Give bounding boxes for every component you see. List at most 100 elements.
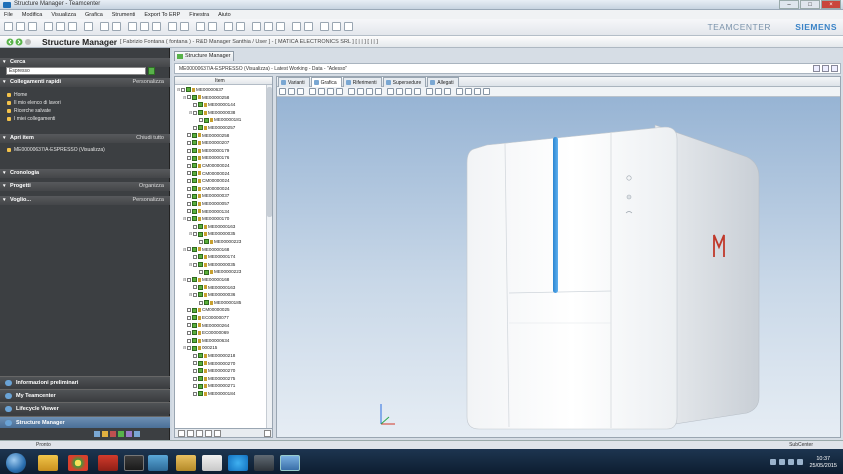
row-checkbox[interactable]	[193, 376, 197, 381]
expand-icon[interactable]	[168, 22, 177, 31]
tree-row[interactable]: ⊟ ME00000168	[183, 276, 229, 284]
checkin-icon[interactable]	[152, 22, 161, 31]
row-checkbox[interactable]	[187, 133, 191, 138]
menu-aiuto[interactable]: Aiuto	[218, 12, 231, 18]
tree-row[interactable]: ME00000264	[183, 322, 229, 330]
minimize-pane-icon[interactable]	[831, 65, 838, 72]
row-checkbox[interactable]	[187, 346, 191, 351]
row-checkbox[interactable]	[187, 315, 191, 320]
menu-modifica[interactable]: Modifica	[22, 12, 42, 18]
row-checkbox[interactable]	[187, 156, 191, 161]
find-icon[interactable]	[187, 430, 194, 437]
notepad-icon[interactable]	[202, 455, 222, 471]
find-icon[interactable]	[196, 22, 205, 31]
minimize-icon[interactable]: –	[779, 0, 799, 9]
tree-scrollbar[interactable]	[266, 85, 272, 433]
new-icon[interactable]	[4, 22, 13, 31]
row-checkbox[interactable]	[187, 148, 191, 153]
tab-supersedure[interactable]: Supersedure	[382, 77, 427, 87]
markup-icon[interactable]	[474, 88, 481, 95]
row-checkbox[interactable]	[193, 353, 197, 358]
tree-row[interactable]: ⊟ ME00000036	[189, 291, 235, 299]
select-icon[interactable]	[279, 88, 286, 95]
volume-icon[interactable]	[797, 459, 803, 465]
row-checkbox[interactable]	[193, 391, 197, 396]
tree-row[interactable]: ME00000634	[183, 337, 229, 345]
hidden-line-icon[interactable]	[444, 88, 451, 95]
row-checkbox[interactable]	[187, 330, 191, 335]
settings-icon[interactable]	[205, 430, 212, 437]
clock[interactable]: 10:37 25/05/2015	[809, 456, 837, 470]
row-checkbox[interactable]	[193, 292, 197, 297]
grid-icon[interactable]	[344, 22, 353, 31]
row-checkbox[interactable]	[181, 87, 185, 92]
zoom-in-icon[interactable]	[357, 88, 364, 95]
tree-row[interactable]: ME00000144	[189, 101, 235, 109]
tree-row[interactable]: ⊟ ME00000258	[183, 94, 229, 102]
folder-icon[interactable]	[176, 455, 196, 471]
menu-file[interactable]: File	[4, 12, 13, 18]
row-checkbox[interactable]	[187, 186, 191, 191]
i-want-header[interactable]: Voglio... Personalizza	[0, 196, 170, 205]
row-checkbox[interactable]	[193, 232, 197, 237]
row-checkbox[interactable]	[187, 277, 191, 282]
rotate-y-icon[interactable]	[405, 88, 412, 95]
menu-grafica[interactable]: Grafica	[85, 12, 103, 18]
maximize-pane-icon[interactable]	[822, 65, 829, 72]
projects-organize-link[interactable]: Organizza	[139, 182, 164, 191]
restore-icon[interactable]	[813, 65, 820, 72]
tree-row[interactable]: ME00000275	[189, 375, 235, 383]
quick-link-home[interactable]: Home	[6, 92, 27, 98]
forward-icon[interactable]	[264, 22, 273, 31]
tree-row[interactable]: ⊟ 000215	[183, 344, 217, 352]
rotate-x-icon[interactable]	[396, 88, 403, 95]
tab-structure-manager[interactable]: Structure Manager	[174, 51, 234, 61]
view-orientation-icon[interactable]	[387, 88, 394, 95]
search-input[interactable]: Espresso	[6, 67, 146, 75]
close-tab-icon[interactable]	[276, 22, 285, 31]
row-checkbox[interactable]	[193, 361, 197, 366]
filter-icon[interactable]	[208, 22, 217, 31]
last-icon[interactable]	[336, 88, 343, 95]
row-checkbox[interactable]	[187, 178, 191, 183]
tree-row[interactable]: ME00000270	[189, 367, 235, 375]
3d-viewport[interactable]	[277, 97, 840, 437]
quick-link-my-links[interactable]: I miei collegamenti	[6, 116, 55, 122]
properties-icon[interactable]	[112, 22, 121, 31]
tree-row[interactable]: EC00000069	[183, 329, 229, 337]
tree-row[interactable]: ME00000163	[189, 284, 235, 292]
shortcut-icon[interactable]	[102, 431, 108, 437]
back-icon[interactable]	[252, 22, 261, 31]
remote-desktop-icon[interactable]	[254, 455, 274, 471]
media-icon[interactable]	[124, 455, 144, 471]
tab-varianti[interactable]: Varianti	[278, 77, 310, 87]
revise-icon[interactable]	[128, 22, 137, 31]
tree-row[interactable]: ME00000174	[189, 253, 235, 261]
tree-row[interactable]: ME00000037	[183, 192, 229, 200]
close-icon[interactable]: ×	[821, 0, 841, 9]
row-checkbox[interactable]	[193, 285, 197, 290]
tree-row[interactable]: ME00000057	[183, 200, 229, 208]
shortcut-icon[interactable]	[118, 431, 124, 437]
section-icon[interactable]	[456, 88, 463, 95]
row-checkbox[interactable]	[187, 194, 191, 199]
tree-column-header[interactable]: Item	[175, 77, 272, 85]
tray-icon[interactable]	[788, 459, 794, 465]
row-checkbox[interactable]	[187, 323, 191, 328]
row-checkbox[interactable]	[199, 118, 203, 123]
copy-icon[interactable]	[56, 22, 65, 31]
tree-row[interactable]: ME00000257	[189, 124, 235, 132]
tree-row[interactable]: ⊟ ME00000038	[189, 109, 235, 117]
row-checkbox[interactable]	[187, 201, 191, 206]
quick-links-customize-link[interactable]: Personalizza	[133, 78, 165, 87]
history-header[interactable]: Cronologia	[0, 169, 170, 178]
open-items-header[interactable]: Apri item Chiudi tutto	[0, 134, 170, 143]
tray-icon[interactable]	[779, 459, 785, 465]
menu-export-erp[interactable]: Export To ERP	[144, 12, 180, 18]
tree-row[interactable]: ME00000134	[183, 208, 229, 216]
row-checkbox[interactable]	[187, 216, 191, 221]
tree-row[interactable]: ME00000179	[183, 147, 229, 155]
row-checkbox[interactable]	[193, 262, 197, 267]
open-item-espresso[interactable]: ME00000637/A-ESPRESSO (Visualizza)	[7, 147, 105, 153]
skype-icon[interactable]	[228, 455, 248, 471]
